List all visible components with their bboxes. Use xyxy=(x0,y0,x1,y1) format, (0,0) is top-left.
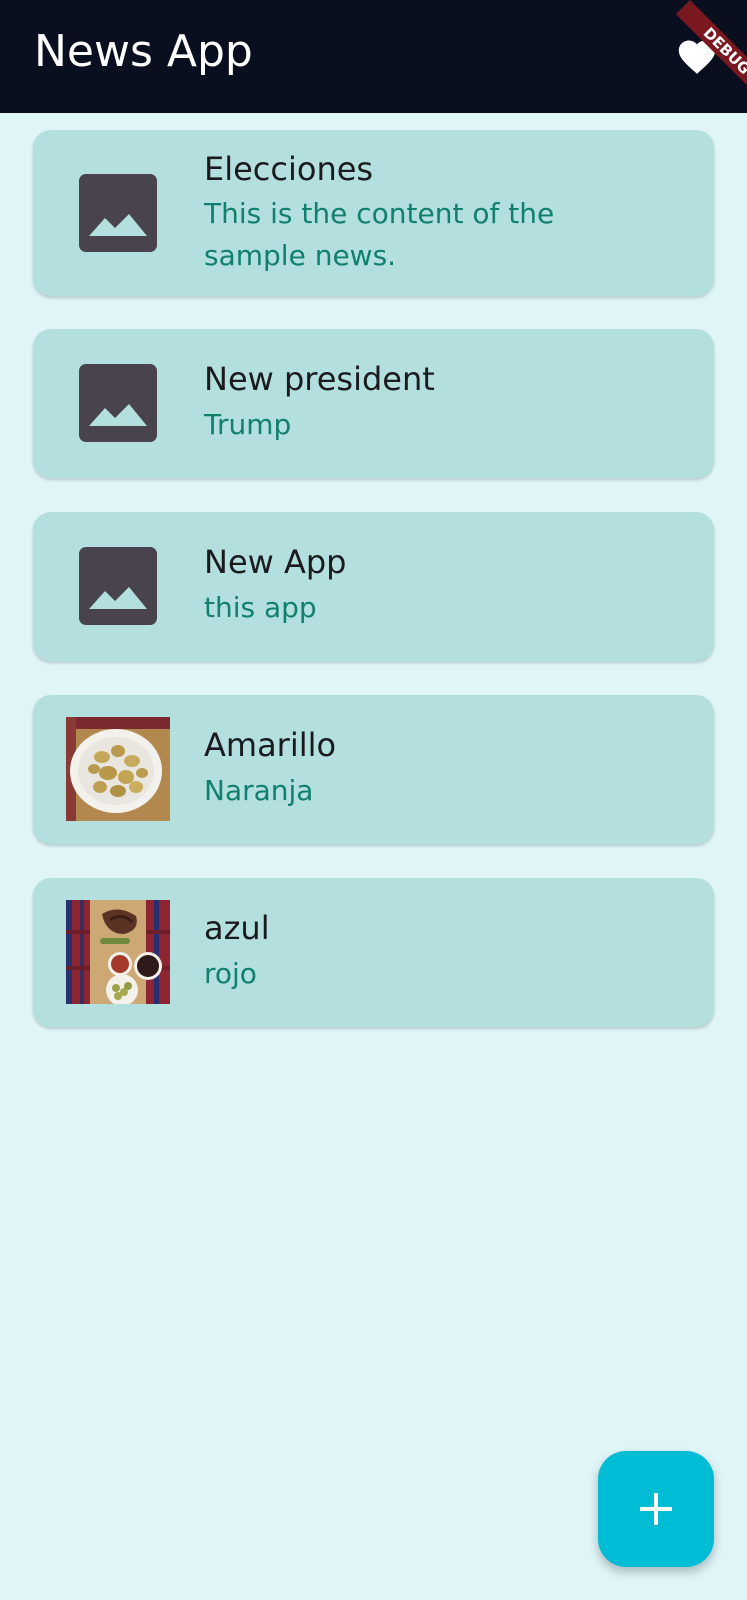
news-thumbnail xyxy=(66,351,170,455)
news-content: This is the content of the sample news. xyxy=(204,197,555,272)
news-card[interactable]: Amarillo Naranja xyxy=(33,695,714,844)
add-news-button[interactable] xyxy=(598,1451,714,1567)
news-title: New president xyxy=(204,360,435,398)
news-thumbnail xyxy=(66,534,170,638)
news-content: this app xyxy=(204,591,317,624)
plus-icon xyxy=(640,1493,672,1525)
news-content: rojo xyxy=(204,957,257,990)
image-placeholder-icon xyxy=(79,364,157,442)
news-title: Amarillo xyxy=(204,726,337,764)
news-card[interactable]: azul rojo xyxy=(33,878,714,1027)
app-bar: News App DEBUG xyxy=(0,0,747,113)
news-thumbnail-photo xyxy=(66,900,170,1004)
image-placeholder-icon xyxy=(79,547,157,625)
news-content: Trump xyxy=(204,408,292,441)
news-thumbnail xyxy=(66,161,170,265)
news-title: New App xyxy=(204,543,347,581)
news-card[interactable]: Elecciones This is the content of the sa… xyxy=(33,130,714,296)
news-thumbnail-photo xyxy=(66,717,170,821)
news-card[interactable]: New App this app xyxy=(33,512,714,661)
news-title: Elecciones xyxy=(204,150,374,188)
news-content: Naranja xyxy=(204,774,314,807)
image-placeholder-icon xyxy=(79,174,157,252)
app-title: News App xyxy=(34,26,253,77)
news-card[interactable]: New president Trump xyxy=(33,329,714,478)
news-title: azul xyxy=(204,909,270,947)
